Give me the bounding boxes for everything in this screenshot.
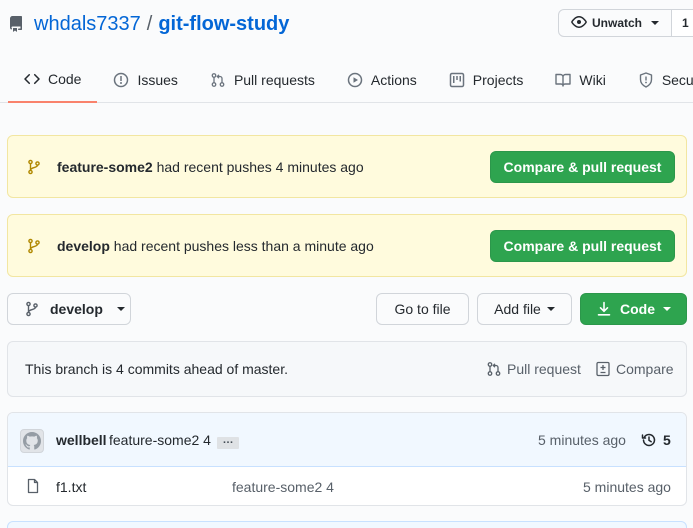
tab-issues[interactable]: Issues [97,56,193,103]
banner-message: feature-some2 had recent pushes 4 minute… [57,136,364,197]
compare-pull-request-button[interactable]: Compare & pull request [490,151,675,183]
banner-branch-name: feature-some2 [57,158,153,175]
code-download-button[interactable]: Code [580,293,687,325]
issue-icon [113,72,129,88]
diff-icon [595,361,611,377]
commit-message-link[interactable]: feature-some2 4 [109,413,211,467]
branch-ahead-text: This branch is 4 commits ahead of master… [25,361,288,377]
chevron-down-icon [546,307,555,311]
tab-code-label: Code [48,70,82,87]
expand-commit-button[interactable]: … [217,435,239,449]
project-icon [449,72,465,88]
tab-wiki-label: Wiki [579,71,606,88]
branch-icon [24,301,40,317]
commit-history-link[interactable]: 5 [641,413,671,467]
branch-select-button[interactable]: develop [7,293,131,325]
avatar[interactable] [20,429,44,453]
chevron-down-icon [116,307,125,311]
commit-count: 5 [663,432,671,448]
add-file-button[interactable]: Add file [477,293,572,325]
compare-link-label: Compare [616,361,674,377]
pull-request-icon [210,72,226,88]
watchers-count[interactable]: 1 [672,9,693,37]
shield-icon [638,71,654,88]
tab-issues-label: Issues [137,71,178,88]
repo-separator: / [146,12,153,35]
pull-request-icon [486,361,502,377]
latest-commit-row: wellbell feature-some2 4 … 5 minutes ago… [8,413,686,467]
branch-name: develop [50,301,103,317]
repo-title: whdals7337 / git-flow-study [8,10,289,38]
tab-projects[interactable]: Projects [433,56,540,103]
tab-pull-requests[interactable]: Pull requests [194,56,331,103]
banner-text: had recent pushes less than a minute ago [113,237,374,254]
file-browser: wellbell feature-some2 4 … 5 minutes ago… [7,412,687,506]
recent-push-banner: develop had recent pushes less than a mi… [7,214,687,277]
banner-text: had recent pushes 4 minutes ago [156,158,364,175]
compare-pull-request-button[interactable]: Compare & pull request [490,230,675,262]
branch-icon [26,238,42,254]
tab-pull-requests-label: Pull requests [233,71,315,88]
history-icon [641,432,657,448]
file-commit-link[interactable]: feature-some2 4 [232,468,334,505]
readme-box [7,521,687,528]
tab-security-label: Security [661,71,693,88]
file-time: 5 minutes ago [583,478,671,495]
tab-projects-label: Projects [472,71,524,88]
unwatch-button[interactable]: Unwatch [558,9,673,37]
recent-push-banner: feature-some2 had recent pushes 4 minute… [7,135,687,198]
banner-message: develop had recent pushes less than a mi… [57,215,374,276]
file-icon [25,478,41,494]
add-file-label: Add file [494,301,541,317]
compare-link[interactable]: Compare [595,342,674,396]
download-icon [596,301,612,317]
book-icon [555,72,572,88]
pull-request-link[interactable]: Pull request [486,342,581,396]
branch-icon [26,159,42,175]
tab-actions-label: Actions [370,71,417,88]
watch-group: Unwatch 1 [558,9,693,37]
branch-ahead-box: This branch is 4 commits ahead of master… [7,341,687,397]
tab-security[interactable]: Security [622,56,693,103]
tab-wiki[interactable]: Wiki [539,56,621,103]
code-icon [24,71,40,87]
commit-author-link[interactable]: wellbell [56,413,107,467]
repo-icon [8,16,24,32]
chevron-down-icon [663,307,671,311]
repo-owner-link[interactable]: whdals7337 [34,13,141,36]
code-button-label: Code [620,301,655,317]
tab-code[interactable]: Code [8,56,98,103]
file-name-link[interactable]: f1.txt [56,468,86,505]
eye-icon [571,14,587,33]
repo-name-link[interactable]: git-flow-study [158,13,289,36]
tab-actions[interactable]: Actions [331,56,433,103]
unwatch-label: Unwatch [592,16,643,30]
play-icon [347,72,363,88]
chevron-down-icon [651,21,660,25]
banner-branch-name: develop [57,237,110,254]
go-to-file-button[interactable]: Go to file [376,293,469,325]
repo-nav-tabs: Code Issues Pull requests Actions Projec… [8,56,693,103]
file-row: f1.txt feature-some2 4 5 minutes ago [8,468,686,505]
repo-header: whdals7337 / git-flow-study Unwatch 1 Co… [0,0,693,103]
commit-time[interactable]: 5 minutes ago [538,413,626,467]
pull-request-link-label: Pull request [507,361,581,377]
